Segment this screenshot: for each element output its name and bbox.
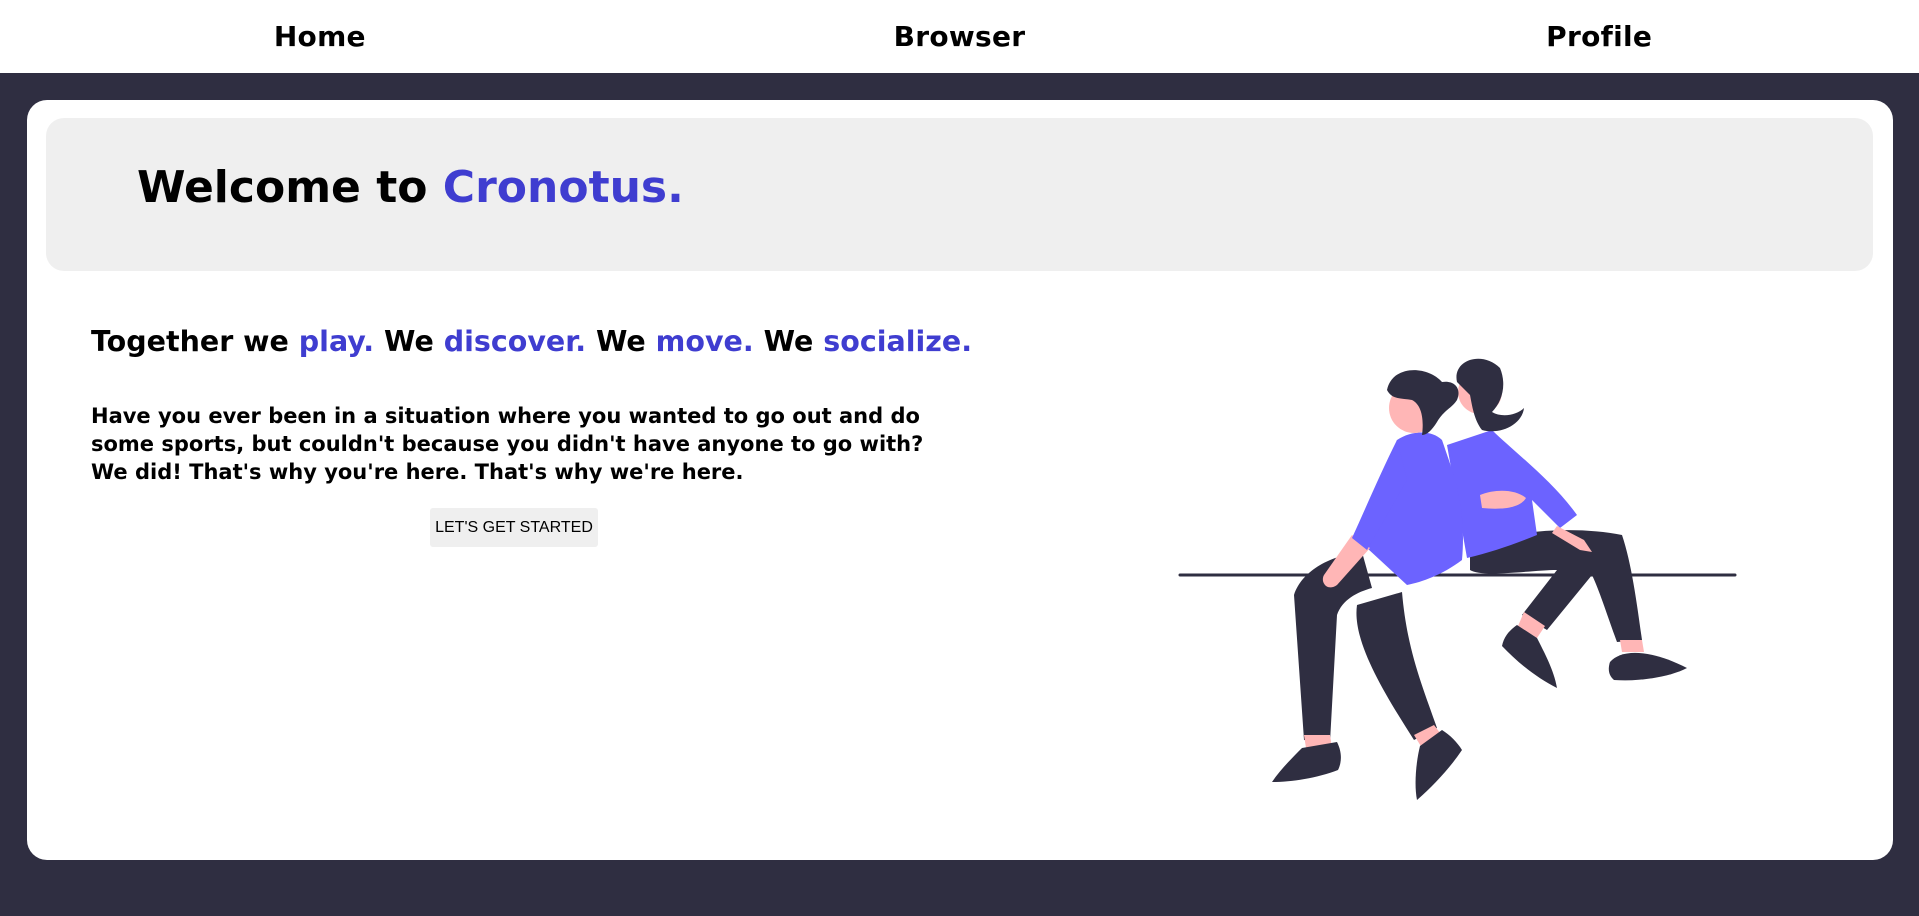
nav-home[interactable]: Home — [0, 20, 640, 53]
get-started-button[interactable]: LET'S GET STARTED — [430, 508, 598, 547]
nav-browser[interactable]: Browser — [640, 20, 1280, 53]
nav-profile[interactable]: Profile — [1279, 20, 1919, 53]
main-card: Welcome to Cronotus. Together we play. W… — [27, 100, 1893, 860]
bottom-strip — [0, 912, 1919, 916]
hero-banner: Welcome to Cronotus. — [46, 118, 1873, 271]
tagline-part: Together we — [91, 325, 299, 358]
tagline-part: We — [753, 325, 824, 358]
tagline-accent-play: play. — [298, 325, 375, 358]
tagline: Together we play. We discover. We move. … — [91, 325, 972, 358]
page-title: Welcome to Cronotus. — [137, 166, 684, 210]
tagline-accent-move: move. — [655, 325, 754, 358]
tagline-part: We — [374, 325, 444, 358]
tagline-part: We — [586, 325, 656, 358]
title-prefix: Welcome to — [137, 162, 443, 213]
tagline-accent-discover: discover. — [443, 325, 587, 358]
intro-paragraph: Have you ever been in a situation where … — [91, 404, 924, 484]
brand-name: Cronotus. — [442, 162, 684, 213]
tagline-accent-socialize: socialize. — [823, 325, 973, 358]
top-navigation: Home Browser Profile — [0, 0, 1919, 73]
two-people-sitting-illustration — [1178, 358, 1737, 800]
